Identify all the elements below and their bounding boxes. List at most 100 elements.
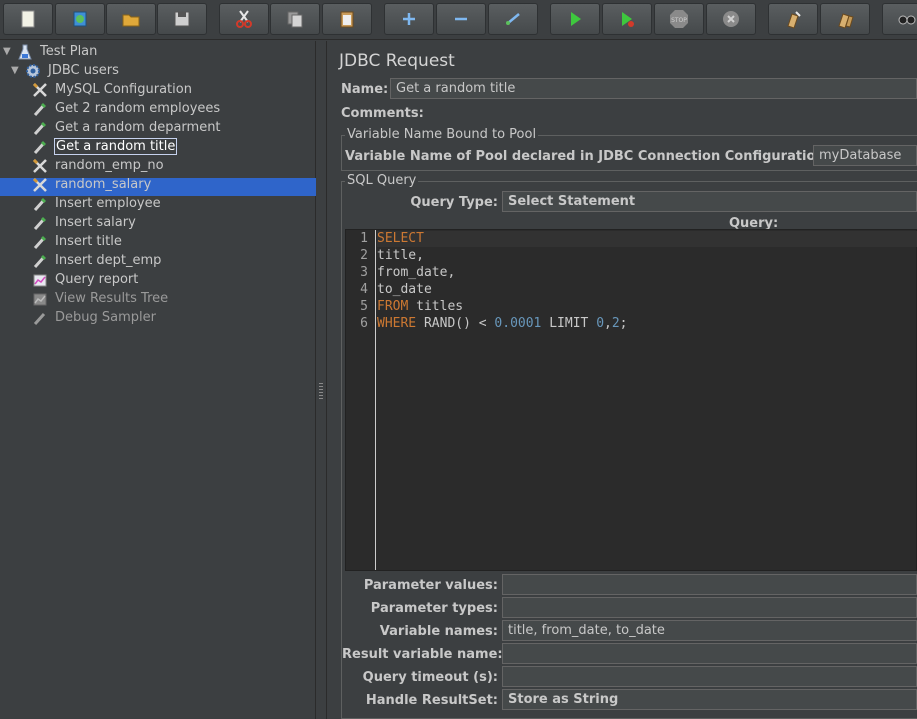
tree-item-label: Insert title [55, 234, 122, 249]
sql-text: title, [377, 248, 424, 263]
sampler-icon [30, 214, 50, 232]
tree-item-get-a-random-deparment[interactable]: Get a random deparment [30, 118, 222, 137]
tree-item-insert-employee[interactable]: Insert employee [30, 194, 162, 213]
collapse-all-button[interactable] [436, 3, 486, 35]
comments-field[interactable] [424, 102, 917, 123]
tree-item-get-2-random-employees[interactable]: Get 2 random employees [30, 99, 221, 118]
copy-button[interactable] [270, 3, 320, 35]
tree-item-label: Insert dept_emp [55, 253, 162, 268]
sql-text: LIMIT [541, 316, 597, 331]
comments-label: Comments: [341, 106, 424, 121]
stop-text: STOP [671, 17, 687, 24]
tree-item-debug-sampler[interactable]: Debug Sampler [30, 308, 157, 327]
expand-toggle-icon[interactable]: ▼ [11, 65, 23, 76]
tree-item-random-salary[interactable]: random_salary [30, 175, 152, 194]
templates-button[interactable] [55, 3, 105, 35]
tree-item-insert-dept-emp[interactable]: Insert dept_emp [30, 251, 162, 270]
name-field[interactable]: Get a random title [390, 78, 917, 99]
tree-item-insert-title[interactable]: Insert title [30, 232, 123, 251]
sql-query-editor[interactable]: 1 2 3 4 5 6 SELECT title, from_date, to_date FROM… [345, 229, 917, 571]
tree-item-view-results-tree[interactable]: View Results Tree [30, 289, 169, 308]
result-var-field[interactable] [502, 643, 917, 664]
sql-text: from_date, [377, 265, 456, 280]
tree-item-get-a-random-title[interactable]: Get a random title [30, 137, 178, 156]
jmeter-window: STOP ▼ Test Plan ▼ JDBC users MySQL Conf… [0, 0, 917, 719]
result-var-label: Result variable name: [342, 647, 503, 662]
tree-item-label: Test Plan [40, 44, 98, 59]
expand-toggle-icon[interactable]: ▼ [3, 46, 15, 57]
new-button[interactable] [3, 3, 53, 35]
sql-text: ; [619, 316, 628, 331]
stop-button[interactable]: STOP [654, 3, 704, 35]
param-values-label: Parameter values: [363, 578, 498, 593]
open-button[interactable] [106, 3, 156, 35]
tree-item-label: Query report [55, 272, 139, 287]
sql-number: 0 [596, 316, 605, 331]
clear-icon [787, 11, 801, 29]
search-button[interactable] [882, 3, 917, 35]
sampler-icon [30, 252, 50, 270]
toggle-button[interactable] [488, 3, 538, 35]
line-number: 3 [360, 265, 368, 280]
pool-name-field[interactable]: myDatabase [813, 145, 917, 166]
tree-item-test-plan[interactable]: ▼ Test Plan [3, 42, 98, 61]
splitter-grip-icon[interactable] [319, 383, 323, 399]
handle-resultset-select[interactable]: Store as String [502, 689, 917, 710]
tree-item-query-report[interactable]: Query report [30, 270, 139, 289]
start-no-pauses-button[interactable] [602, 3, 652, 35]
pool-label: Variable Name of Pool declared in JDBC C… [345, 149, 830, 164]
clear-all-button[interactable] [820, 3, 870, 35]
param-types-field[interactable] [502, 597, 917, 618]
copy-icon [287, 11, 303, 28]
test-plan-icon [15, 43, 35, 61]
paste-button[interactable] [322, 3, 372, 35]
code-line[interactable]: title, [377, 248, 424, 263]
expand-all-button[interactable] [384, 3, 434, 35]
expand-icon [403, 13, 415, 25]
tree-item-label: View Results Tree [55, 291, 169, 306]
cut-button[interactable] [219, 3, 269, 35]
sql-keyword: WHERE [377, 316, 417, 331]
tree-item-insert-salary[interactable]: Insert salary [30, 213, 137, 232]
tree-item-label: Get a random title [54, 138, 178, 155]
test-plan-tree[interactable]: ▼ Test Plan ▼ JDBC users MySQL Configura… [0, 41, 316, 719]
sampler-icon [30, 195, 50, 213]
current-line-highlight [377, 231, 917, 247]
sampler-icon [30, 119, 50, 137]
open-icon [122, 14, 140, 27]
panel-splitter[interactable] [316, 41, 327, 719]
code-line[interactable]: to_date [377, 282, 432, 297]
shutdown-button[interactable] [706, 3, 756, 35]
code-line[interactable]: SELECT [377, 231, 424, 246]
sql-keyword: SELECT [377, 231, 424, 246]
toggle-icon [506, 13, 520, 25]
query-type-label: Query Type: [410, 195, 498, 210]
tree-item-label: random_salary [55, 177, 152, 192]
code-line[interactable]: FROM titles [377, 299, 463, 314]
save-icon [174, 11, 190, 27]
code-line[interactable]: from_date, [377, 265, 455, 280]
tree-item-label: Insert employee [55, 196, 161, 211]
save-button[interactable] [157, 3, 207, 35]
line-number: 5 [360, 299, 368, 314]
sql-group-title: SQL Query [345, 173, 419, 188]
sampler-icon [30, 233, 50, 251]
sampler-icon [30, 138, 50, 156]
clear-all-icon [838, 13, 854, 29]
timeout-field[interactable] [502, 666, 917, 687]
start-button[interactable] [550, 3, 600, 35]
tree-item-label: Get 2 random employees [55, 101, 221, 116]
var-names-field[interactable]: title, from_date, to_date [502, 620, 917, 641]
line-number-gutter: 1 2 3 4 5 6 [346, 230, 376, 570]
sampler-icon [30, 309, 50, 327]
param-values-field[interactable] [502, 574, 917, 595]
tree-item-random-emp-no[interactable]: random_emp_no [30, 156, 165, 175]
tree-item-mysql-configuration[interactable]: MySQL Configuration [30, 80, 193, 99]
tree-item-jdbc-users[interactable]: ▼ JDBC users [11, 61, 120, 80]
clear-button[interactable] [768, 3, 818, 35]
paste-icon [340, 11, 354, 28]
query-type-select[interactable]: Select Statement [502, 191, 917, 212]
thread-group-icon [23, 62, 43, 80]
code-line[interactable]: WHERE RAND() < 0.0001 LIMIT 0,2; [377, 316, 628, 331]
sampler-icon [30, 100, 50, 118]
